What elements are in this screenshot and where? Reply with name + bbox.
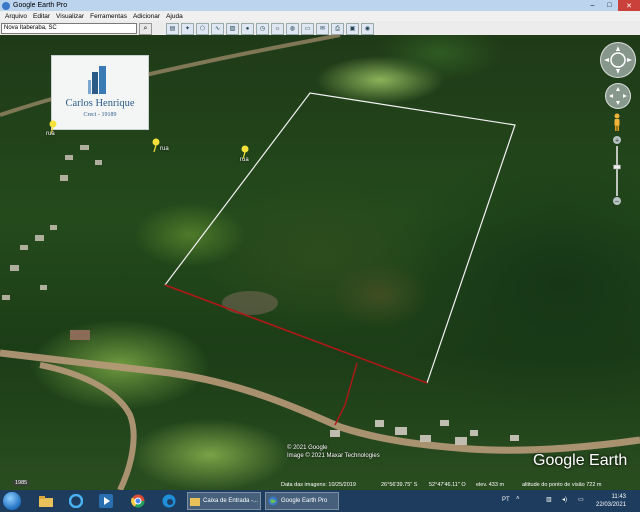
- task-label: Caixa de Entrada -...: [203, 498, 259, 504]
- clearing: [222, 291, 278, 315]
- compass-control[interactable]: [600, 42, 636, 78]
- print-icon[interactable]: ⎙: [331, 23, 344, 35]
- sun-icon[interactable]: ☼: [271, 23, 284, 35]
- houses-left: [2, 145, 102, 300]
- placemark-label: rua: [46, 131, 55, 137]
- map-view[interactable]: Carlos Henrique Creci - 19189 rua rua ru…: [0, 35, 640, 490]
- menu-arquivo[interactable]: Arquivo: [5, 13, 27, 20]
- save-image-icon[interactable]: ▣: [346, 23, 359, 35]
- taskbar-edge[interactable]: [157, 492, 181, 510]
- realtor-logo: Carlos Henrique Creci - 19189: [51, 55, 149, 130]
- media-player-icon: [99, 494, 113, 508]
- search-input[interactable]: [1, 23, 137, 34]
- task-google-earth[interactable]: Google Earth Pro: [265, 492, 339, 510]
- tray-chevron-icon[interactable]: ˄: [516, 496, 520, 502]
- imagery-date: Data das imagens: 10/25/2019: [281, 482, 356, 488]
- polygon-icon[interactable]: ⬠: [196, 23, 209, 35]
- maps-icon[interactable]: ◉: [361, 23, 374, 35]
- barn: [70, 330, 90, 340]
- menu-bar: Arquivo Editar Visualizar Ferramentas Ad…: [0, 11, 640, 21]
- road: [0, 349, 640, 454]
- close-button[interactable]: ✕: [618, 0, 640, 11]
- google-earth-icon: [2, 1, 10, 10]
- menu-ferramentas[interactable]: Ferramentas: [90, 13, 127, 20]
- menu-visualizar[interactable]: Visualizar: [56, 13, 84, 20]
- maximize-button[interactable]: □: [601, 0, 618, 11]
- copyright-line: © 2021 Google: [287, 445, 328, 451]
- search-icon: ⌕: [143, 25, 148, 32]
- search-button[interactable]: ⌕: [139, 23, 152, 35]
- elevation: elev. 433 m: [476, 482, 505, 488]
- longitude: 52°47'46.11" O: [429, 482, 466, 488]
- taskbar: Caixa de Entrada -... Google Earth Pro P…: [0, 490, 640, 512]
- notification-icon[interactable]: ▭: [578, 496, 584, 503]
- compass-icon: [604, 46, 632, 74]
- look-arrows-icon: [609, 87, 627, 105]
- placemark-icon[interactable]: ✦: [181, 23, 194, 35]
- boundary-red-access: [334, 362, 358, 426]
- placemark-label: rua: [160, 146, 169, 152]
- google-earth-watermark: Google Earth: [533, 452, 628, 469]
- ruler-icon[interactable]: ▭: [301, 23, 314, 35]
- eye-altitude: altitude do ponto de visão 722 m: [522, 482, 602, 488]
- menu-ajuda[interactable]: Ajuda: [166, 13, 183, 20]
- clock[interactable]: 11:43 22/03/2021: [596, 493, 626, 509]
- taskbar-chrome[interactable]: [126, 492, 150, 510]
- chrome-icon: [131, 494, 145, 508]
- logo-name: Carlos Henrique: [65, 98, 135, 109]
- taskbar-explorer[interactable]: [34, 492, 58, 510]
- toolbar-buttons: ▤ ✦ ⬠ ∿ ▨ ● ◷ ☼ ◍ ▭ ✉ ⎙ ▣ ◉: [166, 23, 376, 35]
- placemark-label: rua: [240, 157, 249, 163]
- building-logo-icon: [88, 66, 106, 94]
- network-icon[interactable]: ▥: [546, 496, 552, 503]
- road-branch: [39, 362, 137, 490]
- taskbar-media[interactable]: [94, 492, 118, 510]
- task-inbox[interactable]: Caixa de Entrada -...: [187, 492, 261, 510]
- mail-folder-icon: [190, 498, 200, 506]
- sidebar-icon[interactable]: ▤: [166, 23, 179, 35]
- clock-date: 22/03/2021: [596, 502, 627, 508]
- internet-explorer-icon: [69, 494, 83, 508]
- image-overlay-icon[interactable]: ▨: [226, 23, 239, 35]
- taskbar-ie[interactable]: [64, 492, 88, 510]
- boundary-white: [164, 92, 516, 384]
- zoom-slider[interactable]: + –: [612, 135, 622, 207]
- volume-icon[interactable]: ◂): [562, 496, 567, 503]
- status-bar: Data das imagens: 10/25/2019 26°56'39.75…: [0, 481, 640, 490]
- logo-creci: Creci - 19189: [83, 112, 117, 118]
- svg-text:+: +: [615, 138, 619, 145]
- email-icon[interactable]: ✉: [316, 23, 329, 35]
- latitude: 26°56'39.75" S: [381, 482, 418, 488]
- menu-editar[interactable]: Editar: [33, 13, 50, 20]
- menu-adicionar[interactable]: Adicionar: [133, 13, 160, 20]
- window-title: Google Earth Pro: [13, 2, 68, 9]
- copyright-line: Image © 2021 Maxar Technologies: [287, 453, 380, 459]
- svg-text:–: –: [615, 199, 619, 206]
- google-earth-icon: [268, 496, 278, 506]
- path-icon[interactable]: ∿: [211, 23, 224, 35]
- historical-imagery-icon[interactable]: ◷: [256, 23, 269, 35]
- planet-icon[interactable]: ◍: [286, 23, 299, 35]
- task-label: Google Earth Pro: [281, 498, 328, 504]
- start-button[interactable]: [3, 492, 21, 510]
- imagery-copyright: © 2021 Google Image © 2021 Maxar Technol…: [287, 444, 380, 460]
- minimize-button[interactable]: –: [584, 0, 601, 11]
- street-view-person-icon[interactable]: [612, 113, 622, 131]
- clock-time: 11:43: [611, 494, 627, 500]
- folder-icon: [39, 495, 53, 507]
- boundary-red: [164, 284, 428, 384]
- language-indicator[interactable]: PT: [502, 497, 510, 503]
- record-tour-icon[interactable]: ●: [241, 23, 254, 35]
- title-bar: Google Earth Pro – □ ✕: [0, 0, 640, 11]
- look-control[interactable]: [605, 83, 631, 109]
- toolbar: ⌕ ▤ ✦ ⬠ ∿ ▨ ● ◷ ☼ ◍ ▭ ✉ ⎙ ▣ ◉: [0, 21, 640, 36]
- edge-icon: [162, 494, 176, 508]
- window-controls: – □ ✕: [584, 0, 640, 11]
